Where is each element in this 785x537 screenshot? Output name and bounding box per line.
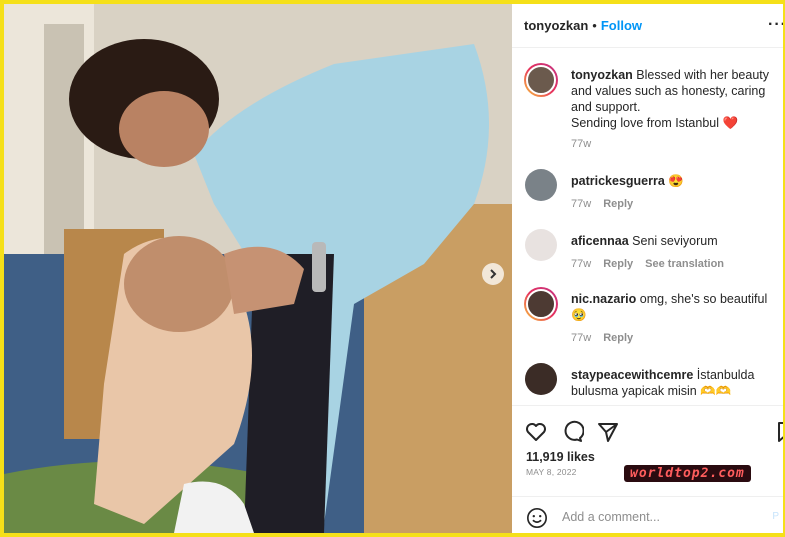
reply-button[interactable]: Reply — [603, 258, 633, 270]
add-comment-bar: P — [512, 496, 783, 533]
emoji-icon[interactable] — [526, 507, 548, 529]
chevron-right-icon — [490, 269, 497, 279]
comment-age: 77w — [571, 332, 592, 344]
see-translation-button[interactable]: See translation — [645, 258, 724, 270]
heart-icon[interactable] — [524, 420, 548, 444]
comment-text: 😍 — [668, 174, 684, 188]
post-header: tonyozkan • Follow ··· — [512, 4, 783, 48]
comment-icon[interactable] — [560, 420, 584, 444]
share-icon[interactable] — [596, 420, 620, 444]
comment-age: 77w — [571, 198, 592, 210]
comment-text-block: staypeacewithcemre İstanbulda bulusma ya… — [571, 367, 776, 399]
comment-meta: 77w Reply See translation — [571, 258, 724, 270]
comment-username[interactable]: aficennaa — [571, 234, 629, 248]
comment-text-block: patrickesguerra 😍 — [571, 173, 776, 189]
post-side-panel: tonyozkan • Follow ··· tonyozkan Blessed… — [512, 4, 783, 533]
author-avatar[interactable] — [524, 63, 558, 97]
post-date: MAY 8, 2022 — [526, 467, 577, 477]
more-icon[interactable]: ··· — [768, 16, 783, 34]
next-photo-button[interactable] — [482, 263, 504, 285]
likes-count[interactable]: 11,919 likes — [526, 450, 595, 464]
post-photo[interactable] — [4, 4, 512, 533]
comment-meta: 77w Reply — [571, 198, 633, 210]
avatar[interactable] — [525, 169, 557, 201]
photo-illustration — [4, 4, 512, 533]
comment-input[interactable] — [562, 506, 762, 528]
post-comment-button[interactable]: P — [772, 511, 779, 522]
comment-username[interactable]: nic.nazario — [571, 292, 636, 306]
caption-text-2: Sending love from Istanbul ❤️ — [571, 116, 739, 130]
reply-button[interactable]: Reply — [603, 332, 633, 344]
caption-meta: 77w — [571, 138, 591, 150]
author-username[interactable]: tonyozkan — [524, 18, 588, 33]
comment-username[interactable]: patrickesguerra — [571, 174, 665, 188]
avatar[interactable] — [525, 229, 557, 261]
reply-button[interactable]: Reply — [603, 198, 633, 210]
comment-meta: 77w Reply — [571, 332, 633, 344]
avatar[interactable] — [524, 287, 558, 321]
caption-username[interactable]: tonyozkan — [571, 68, 633, 82]
comments-list[interactable]: tonyozkan Blessed with her beauty and va… — [512, 49, 783, 405]
caption-age: 77w — [571, 138, 592, 150]
comment-username[interactable]: staypeacewithcemre — [571, 368, 693, 382]
separator-dot: • — [592, 18, 597, 33]
comment-text-block: nic.nazario omg, she's so beautiful 🥹 — [571, 291, 776, 323]
follow-button[interactable]: Follow — [601, 18, 642, 33]
avatar[interactable] — [525, 363, 557, 395]
comment-age: 77w — [571, 258, 592, 270]
comment-text: Seni seviyorum — [632, 234, 718, 248]
bookmark-icon[interactable] — [774, 420, 783, 444]
caption-text-block: tonyozkan Blessed with her beauty and va… — [571, 67, 776, 131]
comment-text-block: aficennaa Seni seviyorum — [571, 233, 776, 249]
watermark-text: worldtop2.com — [624, 465, 751, 482]
frame: tonyozkan • Follow ··· tonyozkan Blessed… — [0, 0, 785, 537]
